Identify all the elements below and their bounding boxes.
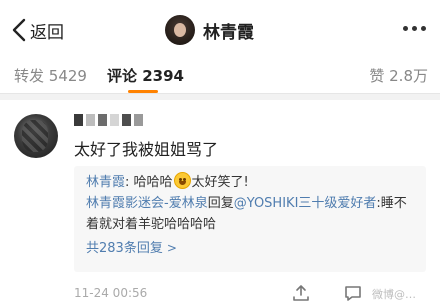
tab-count: 2.8万 xyxy=(389,67,428,85)
tab-label: 赞 xyxy=(369,67,385,85)
comment-timestamp: 11-24 00:56 xyxy=(74,286,148,300)
reply-box[interactable]: 林青霞: 哈哈哈 太好笑了! 林青霞影迷会-爱林泉回复@YOSHIKI三十级爱好者… xyxy=(74,166,426,272)
reply-mention[interactable]: @YOSHIKI三十级爱好者 xyxy=(234,196,377,211)
reply-item: 林青霞: 哈哈哈 太好笑了! xyxy=(86,172,414,193)
reply-separator: : xyxy=(125,175,134,190)
reply-verb: 回复 xyxy=(207,196,234,211)
top-bar: 返回 林青霞 xyxy=(0,0,440,58)
commenter-avatar[interactable] xyxy=(14,114,58,158)
reply-item: 林青霞影迷会-爱林泉回复@YOSHIKI三十级爱好者:睡不着就对着羊驼哈哈哈哈 xyxy=(86,193,414,235)
tab-comments[interactable]: 评论 2394 xyxy=(107,65,184,86)
laugh-emoji-icon xyxy=(173,172,191,189)
active-tab-indicator xyxy=(128,90,158,93)
chevron-right-icon: > xyxy=(166,241,177,255)
tab-count: 2394 xyxy=(142,67,184,85)
author-name[interactable]: 林青霞 xyxy=(203,18,254,43)
reply-text: 太好笑了! xyxy=(191,175,249,190)
tab-count: 5429 xyxy=(48,67,87,85)
share-button[interactable] xyxy=(290,282,312,304)
reply-author[interactable]: 林青霞 xyxy=(86,175,125,190)
tab-bar: 转发 5429 评论 2394 赞 2.8万 xyxy=(0,58,440,94)
commenter-name-mosaic[interactable] xyxy=(74,114,143,128)
tab-likes[interactable]: 赞 2.8万 xyxy=(369,65,428,86)
chevron-left-icon xyxy=(12,18,26,42)
comment-text: 太好了我被姐姐骂了 xyxy=(74,140,219,159)
comment-icon xyxy=(345,286,361,301)
author-avatar[interactable] xyxy=(165,15,195,45)
reply-text: 哈哈哈 xyxy=(133,175,173,190)
more-button[interactable] xyxy=(403,26,426,31)
tab-label: 转发 xyxy=(14,67,45,85)
watermark: 微博@… xyxy=(372,288,416,301)
back-button[interactable]: 返回 xyxy=(10,16,64,44)
tab-label: 评论 xyxy=(107,67,138,85)
reply-count-label: 共283条回复 xyxy=(86,241,163,256)
comment-button[interactable] xyxy=(342,282,364,304)
reply-author[interactable]: 林青霞影迷会-爱林泉 xyxy=(86,196,208,211)
view-all-replies-link[interactable]: 共283条回复 > xyxy=(86,237,414,256)
post-author[interactable]: 林青霞 xyxy=(165,14,254,46)
back-label: 返回 xyxy=(30,22,64,43)
comment-card: 太好了我被姐姐骂了 林青霞: 哈哈哈 太好笑了! 林青霞影迷会-爱林泉回复@YOS… xyxy=(0,100,440,306)
share-icon xyxy=(293,285,309,301)
more-dots-icon xyxy=(403,26,408,31)
tab-reposts[interactable]: 转发 5429 xyxy=(14,65,87,86)
